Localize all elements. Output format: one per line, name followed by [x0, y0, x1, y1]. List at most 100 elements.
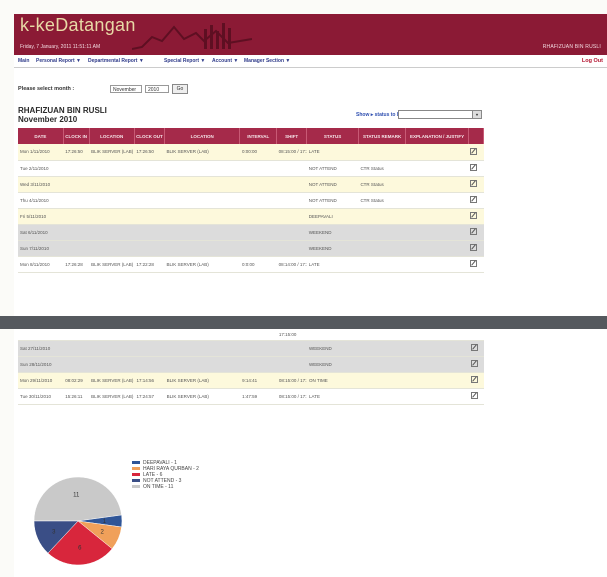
- cell-edit: [468, 144, 484, 161]
- cell-explanation: [405, 240, 469, 257]
- cell-interval: [239, 208, 277, 225]
- cell-clock-out: [134, 340, 165, 357]
- nav-personal-report[interactable]: Personal Report ▼: [36, 58, 81, 64]
- edit-icon[interactable]: [470, 180, 478, 187]
- go-button[interactable]: Go: [172, 84, 188, 94]
- cell-interval: 9:14:41: [240, 372, 277, 389]
- cell-date: Tue 30/11/2010: [18, 388, 64, 405]
- status-filter-select[interactable]: ▾: [398, 110, 482, 119]
- page: k-keDatangan Friday, 7 January, 2011 11:…: [14, 14, 607, 577]
- edit-icon[interactable]: [470, 196, 478, 203]
- cell-explanation: [405, 176, 469, 193]
- cell-shift: [276, 208, 307, 225]
- logged-in-user: RHAFIZUAN BIN RUSLI: [542, 44, 601, 50]
- legend-swatch: [132, 461, 140, 465]
- cell-clock-out: 17:14:56: [134, 372, 165, 389]
- cell-edit: [468, 329, 484, 341]
- cell-status: NOT ATTEND: [306, 176, 359, 193]
- attendance-pie-chart: 111263: [33, 476, 123, 566]
- cell-explanation: [406, 356, 469, 373]
- table-row: Fri 5/11/2010 DEEPAVALI: [18, 208, 484, 225]
- nav-departmental-report[interactable]: Departmental Report ▼: [88, 58, 144, 64]
- app-logo[interactable]: k-keDatangan: [20, 15, 136, 36]
- cell-edit: [468, 176, 484, 193]
- cell-clock-out: 17:26:50: [134, 144, 165, 161]
- cell-interval: 0:00:00: [239, 144, 277, 161]
- cell-clock-out: [134, 208, 165, 225]
- cell-clock-in: [63, 208, 90, 225]
- cell-date: Fri 5/11/2010: [18, 208, 64, 225]
- cell-clock-in: [63, 329, 90, 341]
- edit-icon[interactable]: [470, 392, 478, 399]
- year-select[interactable]: 2010: [145, 85, 169, 93]
- cell-location-out: [164, 224, 240, 241]
- cell-status: WEEKEND: [307, 340, 359, 357]
- cell-location-in: [89, 356, 135, 373]
- cell-location-out: BLIK SERVER (LAB): [164, 256, 240, 273]
- month-prompt: Please select month :: [18, 86, 75, 92]
- cell-explanation: [405, 256, 469, 273]
- cell-clock-in: [63, 160, 90, 177]
- cell-status: WEEKEND: [307, 356, 359, 373]
- cell-interval: [240, 329, 277, 341]
- cell-shift: [276, 160, 307, 177]
- edit-icon[interactable]: [470, 260, 478, 267]
- cell-shift: 08:15:00 / 17:15:00: [276, 372, 308, 389]
- col-location-out: LOCATION: [164, 128, 241, 144]
- table-row: Sun 7/11/2010 WEEKEND: [18, 240, 484, 257]
- logout-link[interactable]: Log Out: [582, 58, 603, 64]
- cell-status: NOT ATTEND: [306, 192, 359, 209]
- cell-clock-in: 15:26:11: [63, 388, 90, 405]
- nav-main[interactable]: Main: [18, 58, 29, 64]
- cell-interval: [239, 176, 277, 193]
- cell-interval: 1:47:59: [240, 388, 277, 405]
- col-location-in: LOCATION: [89, 128, 135, 144]
- edit-icon[interactable]: [470, 147, 478, 155]
- cell-status: WEEKEND: [306, 240, 359, 257]
- attendance-table: DATE CLOCK IN LOCATION CLOCK OUT LOCATIO…: [18, 128, 485, 273]
- cell-status-remark: [358, 372, 407, 389]
- cell-location-in: BLIK SERVER (LAB): [89, 372, 135, 389]
- cell-explanation: [405, 160, 469, 177]
- nav-account[interactable]: Account ▼: [212, 58, 238, 64]
- edit-icon[interactable]: [470, 244, 478, 251]
- nav-special-report[interactable]: Special Report ▼: [164, 58, 205, 64]
- current-datetime: Friday, 7 January, 2011 11:51:11 AM: [20, 44, 101, 50]
- cell-location-in: [89, 160, 135, 177]
- cell-location-in: BLIK SERVER (LAB): [89, 144, 135, 161]
- cell-date: Thu 4/11/2010: [18, 192, 64, 209]
- month-select[interactable]: November: [110, 85, 142, 93]
- cell-interval: [239, 160, 277, 177]
- skyline-banner-image: [132, 23, 252, 50]
- cell-date: Tue 2/11/2010: [18, 160, 64, 177]
- cell-shift: 17:15:00: [276, 329, 308, 341]
- cell-explanation: [405, 192, 469, 209]
- nav-manager-section[interactable]: Manager Section ▼: [244, 58, 290, 64]
- cell-interval: [240, 340, 277, 357]
- edit-icon[interactable]: [470, 376, 478, 383]
- edit-icon[interactable]: [470, 212, 478, 219]
- cell-explanation: [405, 144, 469, 161]
- cell-explanation: [405, 208, 469, 225]
- cell-date: [18, 329, 64, 341]
- legend-item: ON TIME - 11: [132, 484, 199, 490]
- cell-status: LATE: [306, 144, 359, 161]
- cell-shift: 08:15:00 / 17:15:00: [276, 388, 308, 405]
- cell-date: Sun 28/11/2010: [18, 356, 64, 373]
- edit-icon[interactable]: [470, 360, 478, 367]
- cell-clock-out: [134, 329, 165, 341]
- cell-date: Wed 3/11/2010: [18, 176, 64, 193]
- table-body-top: Mon 1/11/2010 17:26:50 BLIK SERVER (LAB) 17…: [18, 144, 484, 273]
- cell-location-in: [89, 224, 135, 241]
- cell-clock-in: [63, 176, 90, 193]
- table-row: Mon 8/11/2010 17:26:28 BLIK SERVER (LAB) 17…: [18, 256, 484, 273]
- col-date: DATE: [18, 128, 64, 144]
- cell-clock-in: 08:02:29: [63, 372, 90, 389]
- edit-icon[interactable]: [470, 344, 478, 351]
- cell-clock-in: 17:26:28: [63, 256, 90, 273]
- cell-edit: [468, 256, 484, 273]
- cell-clock-out: 17:22:28: [134, 256, 165, 273]
- edit-icon[interactable]: [470, 164, 478, 171]
- report-period: November 2010: [18, 115, 78, 124]
- edit-icon[interactable]: [470, 228, 478, 235]
